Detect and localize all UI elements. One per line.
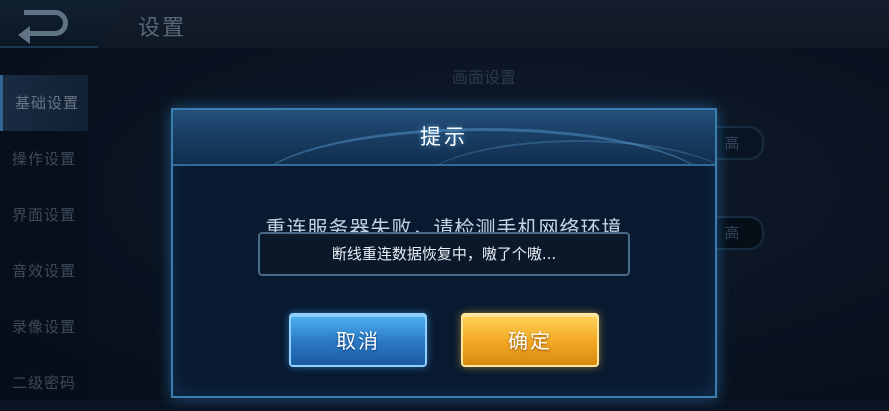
confirm-button[interactable]: 确定: [461, 313, 599, 367]
dialog-title: 提示: [420, 125, 468, 149]
dialog-header: 提示: [173, 110, 715, 166]
cancel-button[interactable]: 取消: [289, 313, 427, 367]
reconnect-toast: 断线重连数据恢复中，嗷了个嗷...: [258, 232, 630, 276]
